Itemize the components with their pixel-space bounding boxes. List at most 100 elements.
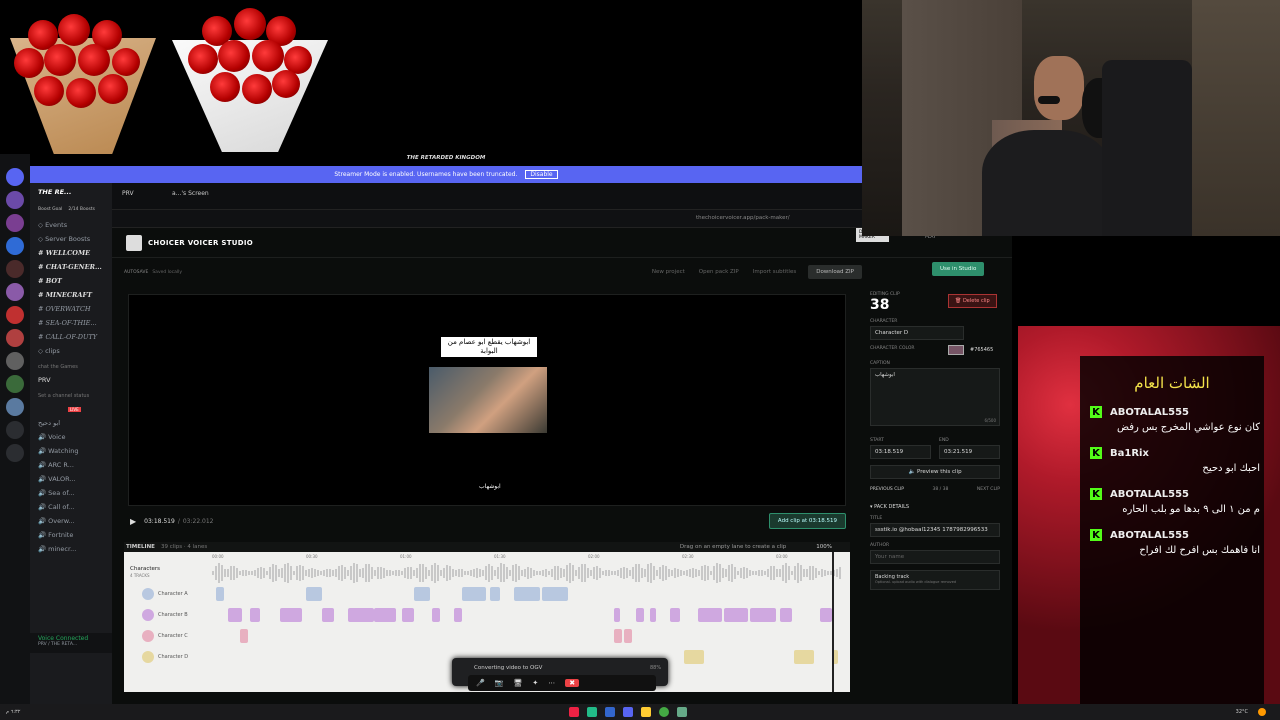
explore-icon[interactable] xyxy=(6,444,24,462)
timeline-clip[interactable] xyxy=(780,608,792,622)
camera-icon[interactable]: 📷 xyxy=(495,679,504,687)
voice-channel-item[interactable]: 🔊 Sea of... xyxy=(30,486,112,500)
timeline-lane[interactable]: Character C xyxy=(124,626,850,646)
server-icon[interactable] xyxy=(6,191,24,209)
end-input[interactable]: 03:21.519 xyxy=(939,445,1000,459)
timeline-clip[interactable] xyxy=(794,650,814,664)
pack-details-toggle[interactable]: ▾ PACK DETAILS xyxy=(870,504,1000,510)
voice-channel-item[interactable]: 🔊 Overw... xyxy=(30,514,112,528)
video-preview[interactable]: ابوشهاب يقطع ابو عصام من البوابة ابوشهاب xyxy=(128,294,846,506)
open-pack-button[interactable]: Open pack ZIP xyxy=(699,269,739,275)
timeline-clip[interactable] xyxy=(724,608,748,622)
timeline-clip[interactable] xyxy=(542,587,568,601)
server-name[interactable]: THE RE... xyxy=(30,183,112,201)
preview-clip-button[interactable]: 🔈 Preview this clip xyxy=(870,465,1000,479)
folder-icon[interactable] xyxy=(641,707,652,717)
delete-clip-button[interactable]: 🗑 Delete clip xyxy=(948,294,997,308)
app-icon[interactable] xyxy=(605,707,616,717)
channel-item[interactable]: # CHAT-GENER... xyxy=(30,260,112,274)
server-icon[interactable] xyxy=(6,375,24,393)
timeline-clip[interactable] xyxy=(636,608,644,622)
channel-item[interactable]: ◇ Events xyxy=(30,218,112,232)
channel-item[interactable]: # MINECRAFT xyxy=(30,288,112,302)
channel-item[interactable]: ◇ clips xyxy=(30,344,112,358)
voice-channel-item[interactable]: 🔊 Call of... xyxy=(30,500,112,514)
disable-button[interactable]: Disable xyxy=(525,170,558,179)
add-server-icon[interactable] xyxy=(6,421,24,439)
channel-item[interactable]: # CALL-OF-DUTY xyxy=(30,330,112,344)
server-icon[interactable] xyxy=(6,283,24,301)
voice-channel-item[interactable]: 🔊 Fortnite xyxy=(30,528,112,542)
channel-item[interactable]: # WELLCOME xyxy=(30,246,112,260)
app-icon[interactable] xyxy=(587,707,598,717)
timeline-clip[interactable] xyxy=(614,608,620,622)
voice-channel-item[interactable]: 🔊 Voice xyxy=(30,430,112,444)
timeline-clip[interactable] xyxy=(820,608,832,622)
timeline-clip[interactable] xyxy=(490,587,500,601)
voice-channel-item[interactable]: 🔊 ARC R... xyxy=(30,458,112,472)
tab-prv[interactable]: PRV xyxy=(122,190,134,197)
author-input[interactable]: Your name xyxy=(870,550,1000,564)
voice-channel-item[interactable]: 🔊 Watching xyxy=(30,444,112,458)
timeline-clip[interactable] xyxy=(670,608,680,622)
timeline-clip[interactable] xyxy=(750,608,776,622)
new-project-button[interactable]: New project xyxy=(652,269,685,275)
start-input[interactable]: 03:18.519 xyxy=(870,445,931,459)
timeline-clip[interactable] xyxy=(306,587,322,601)
channel-item[interactable]: ◇ Server Boosts xyxy=(30,232,112,246)
caption-textarea[interactable]: ابوشهاب 6/500 xyxy=(870,368,1000,426)
timeline-clip[interactable] xyxy=(650,608,656,622)
server-icon[interactable] xyxy=(6,168,24,186)
server-icon[interactable] xyxy=(6,398,24,416)
timeline-clip[interactable] xyxy=(348,608,374,622)
timeline-clip[interactable] xyxy=(228,608,242,622)
more-icon[interactable]: ⋯ xyxy=(548,679,555,687)
server-icon[interactable] xyxy=(6,352,24,370)
timeline-lane[interactable]: Character B xyxy=(124,605,850,625)
timeline-clip[interactable] xyxy=(462,587,486,601)
screen-share-icon[interactable]: 🖥 xyxy=(513,679,522,687)
previous-clip-button[interactable]: PREVIOUS CLIP xyxy=(870,487,904,492)
app-icon[interactable] xyxy=(677,707,688,717)
playhead[interactable] xyxy=(832,552,834,692)
color-swatch[interactable] xyxy=(948,345,964,355)
timeline-lane[interactable]: Character A xyxy=(124,584,850,604)
channel-item[interactable]: # BOT xyxy=(30,274,112,288)
timeline-clip[interactable] xyxy=(216,587,224,601)
voice-member[interactable]: ابو دحيح xyxy=(30,416,112,430)
timeline-clip[interactable] xyxy=(250,608,260,622)
use-in-studio-button[interactable]: Use in Studio xyxy=(932,262,985,276)
timeline-clip[interactable] xyxy=(374,608,396,622)
zoom-value[interactable]: 100% xyxy=(816,544,832,550)
timeline-clip[interactable] xyxy=(514,587,540,601)
app-icon[interactable] xyxy=(569,707,580,717)
channel-item[interactable]: # SEA-OF-THIE... xyxy=(30,316,112,330)
timeline-clip[interactable] xyxy=(402,608,414,622)
category-games[interactable]: chat the Games xyxy=(30,358,112,373)
discord-taskbar-icon[interactable] xyxy=(623,707,634,717)
add-clip-button[interactable]: Add clip at 03:18.519 xyxy=(768,513,846,529)
url-text[interactable]: thechoicervoicer.app/pack-maker/ xyxy=(696,215,790,221)
timeline-clip[interactable] xyxy=(454,608,462,622)
voice-channel-prv[interactable]: PRV xyxy=(30,373,112,387)
voice-channel-status[interactable]: Set a channel status xyxy=(30,387,112,402)
server-icon[interactable] xyxy=(6,329,24,347)
timeline-clip[interactable] xyxy=(414,587,430,601)
timeline-clip[interactable] xyxy=(614,629,622,643)
import-subtitles-button[interactable]: Import subtitles xyxy=(753,269,796,275)
timeline-clip[interactable] xyxy=(322,608,334,622)
timeline-clip[interactable] xyxy=(240,629,248,643)
activities-icon[interactable]: ✦ xyxy=(532,679,538,687)
title-input[interactable]: ssstik.io @hobaal12345 1787982996533 xyxy=(870,523,1000,537)
timeline-clip[interactable] xyxy=(698,608,722,622)
timeline-clip[interactable] xyxy=(684,650,704,664)
next-clip-button[interactable]: NEXT CLIP xyxy=(977,487,1000,492)
timeline-clip[interactable] xyxy=(280,608,302,622)
server-icon[interactable] xyxy=(6,237,24,255)
voice-channel-item[interactable]: 🔊 VALOR... xyxy=(30,472,112,486)
tab-screen[interactable]: a...'s Screen xyxy=(172,190,209,197)
chrome-icon[interactable] xyxy=(659,707,670,717)
channel-item[interactable]: # OVERWATCH xyxy=(30,302,112,316)
server-icon[interactable] xyxy=(6,306,24,324)
end-call-icon[interactable]: ✖ xyxy=(565,679,580,687)
